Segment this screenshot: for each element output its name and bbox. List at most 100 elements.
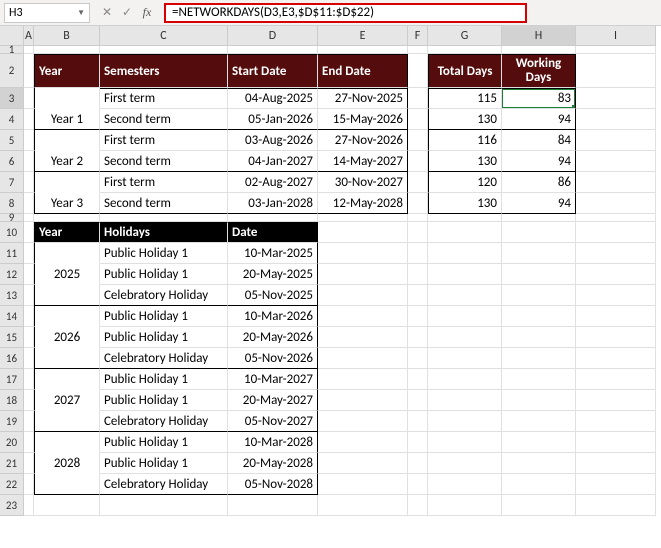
cell-hol-name[interactable]: Public Holiday 1: [100, 243, 228, 264]
header-year2[interactable]: Year: [34, 222, 100, 243]
cell[interactable]: [24, 264, 34, 285]
cell-start[interactable]: 05-Jan-2026: [228, 109, 318, 130]
cell[interactable]: [502, 327, 576, 348]
cell[interactable]: [408, 222, 428, 243]
header-end-date[interactable]: End Date: [318, 54, 408, 88]
row-header-2[interactable]: 2: [0, 54, 24, 88]
row-header-19[interactable]: 19: [0, 411, 24, 432]
row-header-18[interactable]: 18: [0, 390, 24, 411]
cancel-icon[interactable]: ✕: [98, 4, 116, 22]
cell[interactable]: [408, 54, 428, 88]
cell[interactable]: [502, 432, 576, 453]
row-header-20[interactable]: 20: [0, 432, 24, 453]
row-header-16[interactable]: 16: [0, 348, 24, 369]
cell[interactable]: [24, 306, 34, 327]
cell[interactable]: [318, 390, 408, 411]
cell-year[interactable]: [34, 130, 100, 151]
row-header-10[interactable]: 10: [0, 222, 24, 243]
cell[interactable]: [576, 432, 656, 453]
cell-hol-year[interactable]: [34, 474, 100, 495]
header-date[interactable]: Date: [228, 222, 318, 243]
cell-hol-name[interactable]: Public Holiday 1: [100, 306, 228, 327]
cell-sem[interactable]: Second term: [100, 151, 228, 172]
cell[interactable]: [576, 222, 656, 243]
col-header-B[interactable]: B: [34, 26, 100, 46]
row-header-1[interactable]: 1: [0, 46, 24, 54]
cell[interactable]: [502, 264, 576, 285]
col-header-F[interactable]: F: [408, 26, 428, 46]
header-holidays[interactable]: Holidays: [100, 222, 228, 243]
cell[interactable]: [576, 88, 656, 109]
cell-hol-date[interactable]: 05-Nov-2026: [228, 348, 318, 369]
cell[interactable]: [428, 46, 502, 54]
cell[interactable]: [24, 348, 34, 369]
cell[interactable]: [24, 369, 34, 390]
cell-hol-date[interactable]: 10-Mar-2025: [228, 243, 318, 264]
col-header-I[interactable]: I: [576, 26, 656, 46]
cell[interactable]: [24, 193, 34, 214]
cell-total[interactable]: 115: [428, 88, 502, 109]
cell[interactable]: [408, 390, 428, 411]
cell[interactable]: [428, 222, 502, 243]
cell-total[interactable]: 130: [428, 151, 502, 172]
cell[interactable]: [318, 369, 408, 390]
cell[interactable]: [576, 390, 656, 411]
cell-sem[interactable]: First term: [100, 88, 228, 109]
cell-hol-date[interactable]: 20-May-2026: [228, 327, 318, 348]
cell-end[interactable]: 27-Nov-2025: [318, 88, 408, 109]
check-icon[interactable]: ✓: [118, 4, 136, 22]
cell[interactable]: [502, 285, 576, 306]
cell[interactable]: [428, 432, 502, 453]
cell-hol-name[interactable]: Celebratory Holiday: [100, 474, 228, 495]
cell[interactable]: [228, 214, 318, 222]
cell[interactable]: [428, 390, 502, 411]
cell-end[interactable]: 27-Nov-2026: [318, 130, 408, 151]
cell[interactable]: [408, 453, 428, 474]
cell[interactable]: [502, 390, 576, 411]
cell[interactable]: [318, 46, 408, 54]
cell[interactable]: [428, 474, 502, 495]
cell-hol-year[interactable]: 2025: [34, 264, 100, 285]
cell[interactable]: [24, 172, 34, 193]
cell[interactable]: [576, 411, 656, 432]
cell-end[interactable]: 30-Nov-2027: [318, 172, 408, 193]
cell[interactable]: [318, 453, 408, 474]
cell[interactable]: [428, 243, 502, 264]
cell[interactable]: [318, 411, 408, 432]
row-header-6[interactable]: 6: [0, 151, 24, 172]
cell[interactable]: [24, 495, 34, 516]
cell-end[interactable]: 15-May-2026: [318, 109, 408, 130]
cell-year[interactable]: Year 1: [34, 109, 100, 130]
cell-hol-name[interactable]: Celebratory Holiday: [100, 348, 228, 369]
cell[interactable]: [428, 453, 502, 474]
cell[interactable]: [24, 222, 34, 243]
cell[interactable]: [24, 151, 34, 172]
row-header-21[interactable]: 21: [0, 453, 24, 474]
cell[interactable]: [408, 214, 428, 222]
cell[interactable]: [408, 348, 428, 369]
cell[interactable]: [576, 369, 656, 390]
cell-working-selected[interactable]: 83: [502, 88, 576, 109]
header-working-days[interactable]: Working Days: [502, 54, 576, 88]
cell[interactable]: [502, 411, 576, 432]
header-semesters[interactable]: Semesters: [100, 54, 228, 88]
cell[interactable]: [576, 243, 656, 264]
cell-hol-year[interactable]: 2028: [34, 453, 100, 474]
cell[interactable]: [502, 495, 576, 516]
cell-total[interactable]: 116: [428, 130, 502, 151]
fx-icon[interactable]: fx: [138, 4, 156, 22]
cell[interactable]: [428, 411, 502, 432]
cell-hol-name[interactable]: Public Holiday 1: [100, 327, 228, 348]
cell-year[interactable]: [34, 88, 100, 109]
cell[interactable]: [24, 390, 34, 411]
row-header-22[interactable]: 22: [0, 474, 24, 495]
row-header-17[interactable]: 17: [0, 369, 24, 390]
row-header-12[interactable]: 12: [0, 264, 24, 285]
cell[interactable]: [408, 46, 428, 54]
cell[interactable]: [24, 432, 34, 453]
cell[interactable]: [576, 151, 656, 172]
col-header-H[interactable]: H: [502, 26, 576, 46]
cell[interactable]: [408, 130, 428, 151]
col-header-A[interactable]: A: [24, 26, 34, 46]
cell[interactable]: [24, 474, 34, 495]
